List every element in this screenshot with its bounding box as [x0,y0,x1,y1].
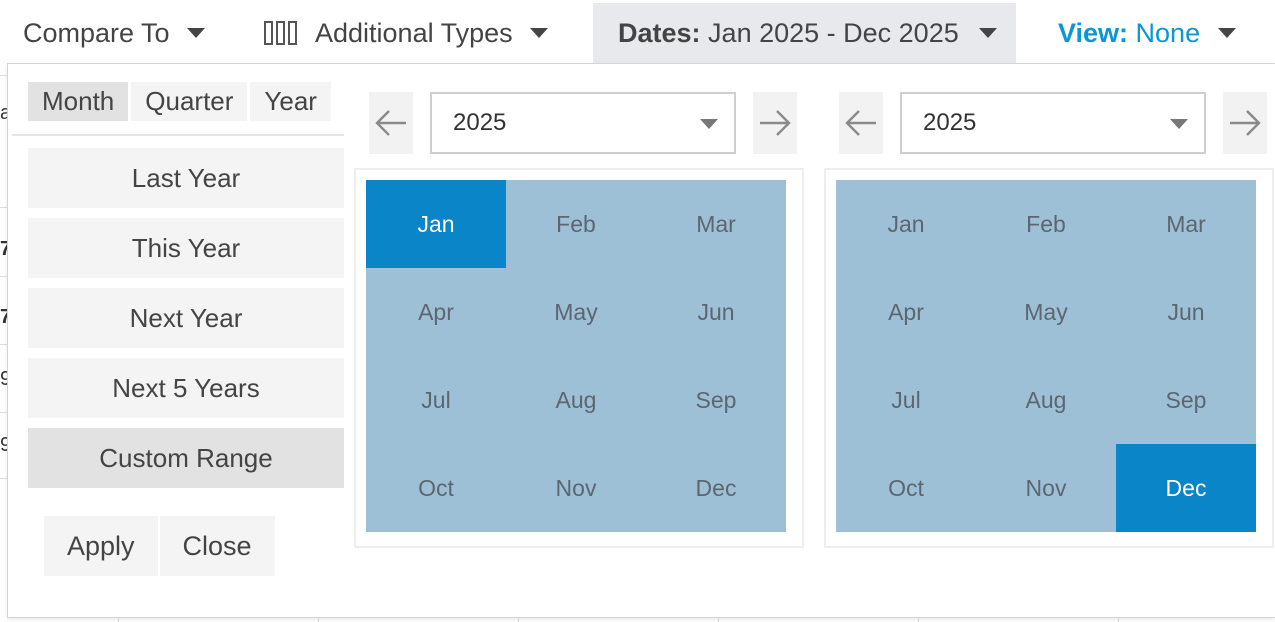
month-may[interactable]: May [976,268,1116,356]
end-year-value: 2025 [923,109,977,136]
panel-actions: Apply Close [44,516,275,576]
compare-to-label: Compare To [23,17,170,48]
granularity-tabs: Month Quarter Year [28,82,331,121]
month-nov[interactable]: Nov [506,444,646,532]
preset-custom-range[interactable]: Custom Range [28,428,344,488]
preset-this-year[interactable]: This Year [28,218,344,278]
dates-value: Jan 2025 - Dec 2025 [708,17,959,48]
chevron-down-icon [978,28,997,38]
view-value: None [1135,17,1201,48]
partial-icon [0,17,8,47]
preset-list: Last Year This Year Next Year Next 5 Yea… [28,148,344,498]
month-feb[interactable]: Feb [506,180,646,268]
month-apr[interactable]: Apr [366,268,506,356]
month-jul[interactable]: Jul [836,356,976,444]
month-sep[interactable]: Sep [646,356,786,444]
date-range-panel: Month Quarter Year Last Year This Year N… [7,63,1275,618]
additional-types-label: Additional Types [315,17,513,48]
end-month-grid: Jan Feb Mar Apr May Jun Jul Aug Sep Oct … [836,180,1256,532]
month-jun[interactable]: Jun [646,268,786,356]
month-aug[interactable]: Aug [506,356,646,444]
arrow-left-icon [845,110,876,136]
month-nov[interactable]: Nov [976,444,1116,532]
month-mar[interactable]: Mar [1116,180,1256,268]
month-oct[interactable]: Oct [366,444,506,532]
apply-button[interactable]: Apply [44,516,158,576]
month-oct[interactable]: Oct [836,444,976,532]
arrow-right-icon [1230,110,1261,136]
next-year-button[interactable] [753,92,797,154]
month-may[interactable]: May [506,268,646,356]
start-year-select[interactable]: 2025 [430,92,736,154]
toolbar: Compare To Additional Types Dates: Jan 2… [0,0,1275,63]
month-jan[interactable]: Jan [366,180,506,268]
month-dec[interactable]: Dec [646,444,786,532]
columns-icon [264,21,297,45]
arrow-left-icon [375,110,406,136]
month-apr[interactable]: Apr [836,268,976,356]
previous-year-button[interactable] [369,92,413,154]
preset-next-year[interactable]: Next Year [28,288,344,348]
chevron-down-icon [1218,28,1237,38]
start-month-grid: Jan Feb Mar Apr May Jun Jul Aug Sep Oct … [366,180,786,532]
month-sep[interactable]: Sep [1116,356,1256,444]
tab-month[interactable]: Month [28,82,129,121]
previous-year-button[interactable] [839,92,883,154]
divider [12,134,344,136]
compare-to-dropdown[interactable]: Compare To [0,3,205,63]
end-year-select[interactable]: 2025 [900,92,1206,154]
start-year-value: 2025 [453,109,507,136]
month-jun[interactable]: Jun [1116,268,1256,356]
month-mar[interactable]: Mar [646,180,786,268]
month-aug[interactable]: Aug [976,356,1116,444]
chevron-down-icon [529,28,548,38]
close-button[interactable]: Close [159,516,275,576]
preset-next-5-years[interactable]: Next 5 Years [28,358,344,418]
chevron-down-icon [186,28,205,38]
chevron-down-icon [700,119,718,129]
view-prefix: View: [1058,17,1129,48]
dates-dropdown[interactable]: Dates: Jan 2025 - Dec 2025 [593,3,1016,63]
view-dropdown[interactable]: View: None [1058,3,1237,63]
additional-types-dropdown[interactable]: Additional Types [264,3,548,63]
chevron-down-icon [1170,119,1188,129]
month-feb[interactable]: Feb [976,180,1116,268]
preset-last-year[interactable]: Last Year [28,148,344,208]
arrow-right-icon [760,110,791,136]
month-dec[interactable]: Dec [1116,444,1256,532]
next-year-button[interactable] [1223,92,1267,154]
month-jan[interactable]: Jan [836,180,976,268]
tab-year[interactable]: Year [250,82,331,121]
dates-prefix: Dates: [618,17,701,48]
dates-label: Dates: Jan 2025 - Dec 2025 [618,18,959,49]
month-jul[interactable]: Jul [366,356,506,444]
tab-quarter[interactable]: Quarter [131,82,248,121]
